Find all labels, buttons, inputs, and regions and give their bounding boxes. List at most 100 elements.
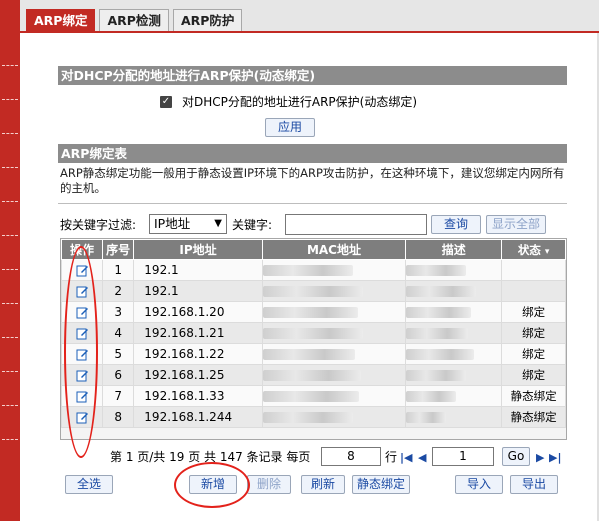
row-desc-redacted <box>405 259 503 281</box>
col-header-mac[interactable]: MAC地址 <box>261 239 407 260</box>
go-button[interactable]: Go <box>502 447 530 466</box>
edit-icon[interactable] <box>76 306 89 319</box>
filter-select-value: IP地址 <box>154 216 191 231</box>
row-index: 4 <box>101 322 135 344</box>
keyword-label: 关键字: <box>232 218 273 232</box>
edit-cell <box>61 406 103 428</box>
edit-cell <box>61 259 103 281</box>
row-index: 1 <box>101 259 135 281</box>
next-page-icon[interactable]: ▶ <box>536 451 544 464</box>
row-desc-redacted <box>405 301 503 323</box>
table-header-row: 操作 序号 IP地址 MAC地址 描述 状态 ▾ <box>61 239 566 260</box>
row-desc-redacted <box>405 343 503 365</box>
dhcp-protect-row: ✓ 对DHCP分配的地址进行ARP保护(动态绑定) <box>160 93 417 110</box>
edit-icon[interactable] <box>76 369 89 382</box>
sort-arrow-icon: ▾ <box>544 246 550 257</box>
page-number-input[interactable]: 1 <box>432 447 494 466</box>
dhcp-section-title: 对DHCP分配的地址进行ARP保护(动态绑定) <box>58 66 567 85</box>
row-mac-redacted <box>261 364 407 386</box>
show-all-button[interactable]: 显示全部 <box>486 215 546 234</box>
row-mac-redacted <box>261 385 407 407</box>
edit-icon[interactable] <box>76 348 89 361</box>
per-page-input[interactable]: 8 <box>321 447 381 466</box>
row-status: 绑定 <box>501 343 566 365</box>
row-status: 静态绑定 <box>501 385 566 407</box>
row-desc-redacted <box>405 364 503 386</box>
edit-cell <box>61 301 103 323</box>
row-desc-redacted <box>405 322 503 344</box>
bind-description: ARP静态绑定功能一般用于静态设置IP环境下的ARP攻击防护，在这种环境下，建议… <box>60 166 565 195</box>
row-ip: 192.168.1.33 <box>133 385 263 407</box>
table-row: 2 192.1 <box>61 280 566 302</box>
row-index: 8 <box>101 406 135 428</box>
edit-cell <box>61 385 103 407</box>
table-row: 7 192.168.1.33 静态绑定 <box>61 385 566 407</box>
col-header-status[interactable]: 状态 ▾ <box>501 239 566 260</box>
table-row: 1 192.1 <box>61 259 566 281</box>
last-page-icon[interactable]: ▶| <box>549 451 561 464</box>
table-row: 4 192.168.1.21 绑定 <box>61 322 566 344</box>
tab-strip: ARP绑定 ARP检测 ARP防护 <box>26 9 246 33</box>
edit-icon[interactable] <box>76 411 89 424</box>
divider <box>58 203 567 204</box>
static-bind-button[interactable]: 静态绑定 <box>352 475 410 494</box>
import-button[interactable]: 导入 <box>455 475 503 494</box>
row-index: 3 <box>101 301 135 323</box>
keyword-input[interactable] <box>285 214 427 235</box>
row-desc-redacted <box>405 385 503 407</box>
table-row: 5 192.168.1.22 绑定 <box>61 343 566 365</box>
left-nav-strip <box>0 0 20 521</box>
row-index: 6 <box>101 364 135 386</box>
prev-page-icon[interactable]: ◀ <box>418 451 426 464</box>
delete-button[interactable]: 删除 <box>247 475 291 494</box>
tab-arp-detect[interactable]: ARP检测 <box>99 9 169 31</box>
arp-bind-table: 操作 序号 IP地址 MAC地址 描述 状态 ▾ 1 192.1 2 192.1 <box>60 238 567 440</box>
row-ip: 192.168.1.244 <box>133 406 263 428</box>
bind-table-section-title: ARP绑定表 <box>58 144 567 163</box>
edit-icon[interactable] <box>76 285 89 298</box>
row-mac-redacted <box>261 259 407 281</box>
col-header-op[interactable]: 操作 <box>61 239 103 260</box>
first-page-icon[interactable]: |◀ <box>400 451 412 464</box>
row-ip: 192.168.1.20 <box>133 301 263 323</box>
row-ip: 192.1 <box>133 259 263 281</box>
table-row: 3 192.168.1.20 绑定 <box>61 301 566 323</box>
tab-arp-bind[interactable]: ARP绑定 <box>26 9 96 33</box>
edit-cell <box>61 364 103 386</box>
edit-icon[interactable] <box>76 264 89 277</box>
export-button[interactable]: 导出 <box>510 475 558 494</box>
row-index: 5 <box>101 343 135 365</box>
col-header-ip[interactable]: IP地址 <box>133 239 263 260</box>
row-desc-redacted <box>405 406 503 428</box>
row-mac-redacted <box>261 406 407 428</box>
table-row: 8 192.168.1.244 静态绑定 <box>61 406 566 428</box>
refresh-button[interactable]: 刷新 <box>301 475 345 494</box>
tab-arp-protect[interactable]: ARP防护 <box>172 9 243 31</box>
col-header-status-label: 状态 <box>517 242 541 257</box>
edit-icon[interactable] <box>76 327 89 340</box>
row-mac-redacted <box>261 301 407 323</box>
row-index: 7 <box>101 385 135 407</box>
dhcp-protect-checkbox[interactable]: ✓ <box>160 95 172 108</box>
search-button[interactable]: 查询 <box>431 215 481 234</box>
pager-summary: 第 1 页/共 19 页 共 147 条记录 每页 <box>110 450 311 464</box>
edit-icon[interactable] <box>76 390 89 403</box>
apply-button[interactable]: 应用 <box>265 118 315 137</box>
col-header-index[interactable]: 序号 <box>101 239 135 260</box>
row-status <box>501 280 566 302</box>
row-ip: 192.168.1.25 <box>133 364 263 386</box>
dhcp-protect-label: 对DHCP分配的地址进行ARP保护(动态绑定) <box>182 95 418 109</box>
col-header-desc[interactable]: 描述 <box>405 239 503 260</box>
edit-cell <box>61 322 103 344</box>
row-ip: 192.1 <box>133 280 263 302</box>
filter-field-select[interactable]: IP地址 ▼ <box>149 214 227 234</box>
row-ip: 192.168.1.21 <box>133 322 263 344</box>
row-status: 绑定 <box>501 301 566 323</box>
row-desc-redacted <box>405 280 503 302</box>
add-button[interactable]: 新增 <box>189 475 237 494</box>
row-mac-redacted <box>261 280 407 302</box>
select-all-button[interactable]: 全选 <box>65 475 113 494</box>
chevron-down-icon: ▼ <box>214 218 222 229</box>
edit-cell <box>61 343 103 365</box>
row-status: 绑定 <box>501 364 566 386</box>
